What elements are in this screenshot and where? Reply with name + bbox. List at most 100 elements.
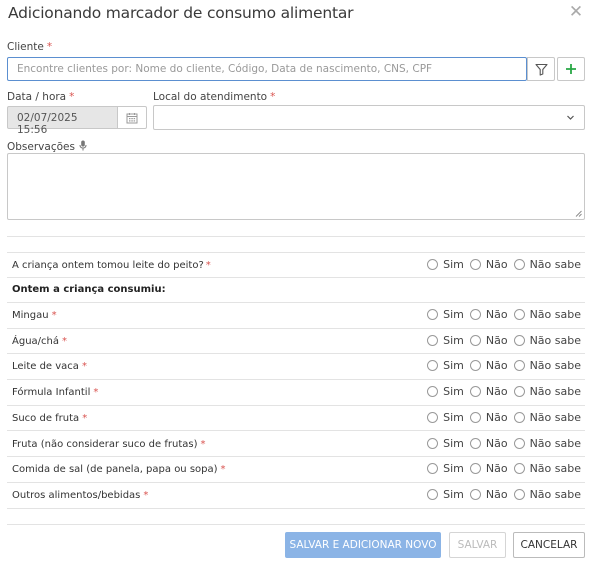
option-no[interactable]: Não bbox=[469, 462, 508, 475]
option-label: Não bbox=[485, 359, 508, 373]
option-dont-know[interactable]: Não sabe bbox=[513, 258, 581, 271]
radio-button[interactable] bbox=[513, 488, 525, 500]
radio-button[interactable] bbox=[469, 411, 481, 423]
question-row: Comida de sal (de panela, papa ou sopa) *… bbox=[7, 457, 585, 483]
option-dont-know[interactable]: Não sabe bbox=[513, 359, 581, 373]
location-select[interactable] bbox=[153, 105, 585, 130]
datetime-label: Data / hora * bbox=[7, 91, 74, 103]
option-no[interactable]: Não bbox=[469, 437, 508, 450]
option-dont-know[interactable]: Não sabe bbox=[513, 488, 581, 501]
option-no[interactable]: Não bbox=[469, 333, 508, 347]
radio-button[interactable] bbox=[427, 463, 439, 475]
radio-button[interactable] bbox=[513, 411, 525, 423]
save-and-add-new-button[interactable]: SALVAR E ADICIONAR NOVO bbox=[285, 532, 441, 558]
option-label: Sim bbox=[443, 462, 464, 476]
option-no[interactable]: Não bbox=[469, 359, 508, 373]
option-label: Não bbox=[485, 333, 508, 347]
option-yes[interactable]: Sim bbox=[427, 308, 464, 321]
client-label: Cliente * bbox=[7, 41, 52, 53]
save-button[interactable]: SALVAR bbox=[449, 532, 506, 558]
required-mark: * bbox=[62, 335, 67, 347]
option-label: Não sabe bbox=[529, 385, 581, 399]
section-heading-row: Ontem a criança consumiu: bbox=[7, 278, 585, 303]
add-client-button[interactable] bbox=[557, 57, 585, 81]
radio-button[interactable] bbox=[469, 488, 481, 500]
radio-button[interactable] bbox=[427, 259, 439, 270]
question-row: Mingau * Sim Não Não sabe bbox=[7, 303, 585, 329]
radio-button[interactable] bbox=[427, 309, 439, 320]
resize-grip-icon[interactable] bbox=[575, 210, 582, 217]
radio-button[interactable] bbox=[427, 411, 439, 423]
question-row: Outros alimentos/bebidas * Sim Não Não sabe bbox=[7, 483, 585, 509]
option-dont-know[interactable]: Não sabe bbox=[513, 308, 581, 321]
radio-button[interactable] bbox=[469, 334, 481, 346]
chevron-down-icon bbox=[567, 115, 574, 120]
radio-button[interactable] bbox=[469, 309, 481, 320]
microphone-icon[interactable] bbox=[79, 140, 87, 151]
answer-options: Sim Não Não sabe bbox=[421, 437, 581, 450]
location-label-text: Local do atendimento bbox=[153, 91, 268, 103]
option-no[interactable]: Não bbox=[469, 258, 508, 271]
radio-button[interactable] bbox=[427, 386, 439, 398]
question-label-text: A criança ontem tomou leite do peito? bbox=[12, 260, 204, 271]
notes-textarea[interactable] bbox=[7, 153, 585, 220]
option-yes[interactable]: Sim bbox=[427, 488, 464, 501]
radio-button[interactable] bbox=[513, 437, 525, 449]
question-row: Fórmula Infantil * Sim Não Não sabe bbox=[7, 380, 585, 406]
question-label: Comida de sal (de panela, papa ou sopa) * bbox=[12, 464, 226, 475]
option-label: Sim bbox=[443, 436, 464, 450]
radio-button[interactable] bbox=[513, 463, 525, 475]
option-no[interactable]: Não bbox=[469, 385, 508, 398]
radio-button[interactable] bbox=[513, 309, 525, 320]
calendar-button[interactable] bbox=[117, 106, 147, 129]
option-label: Não sabe bbox=[529, 258, 581, 271]
option-no[interactable]: Não bbox=[469, 488, 508, 501]
radio-button[interactable] bbox=[469, 259, 481, 270]
option-dont-know[interactable]: Não sabe bbox=[513, 385, 581, 399]
option-yes[interactable]: Sim bbox=[427, 462, 464, 475]
question-label: Outros alimentos/bebidas * bbox=[12, 490, 148, 501]
radio-button[interactable] bbox=[469, 386, 481, 398]
radio-button[interactable] bbox=[427, 437, 439, 449]
option-yes[interactable]: Sim bbox=[427, 334, 464, 347]
option-dont-know[interactable]: Não sabe bbox=[513, 411, 581, 424]
option-yes[interactable]: Sim bbox=[427, 359, 464, 372]
required-mark: * bbox=[46, 41, 53, 53]
divider bbox=[7, 236, 585, 237]
radio-button[interactable] bbox=[513, 360, 525, 372]
option-yes[interactable]: Sim bbox=[427, 258, 464, 271]
option-yes[interactable]: Sim bbox=[427, 411, 464, 424]
client-search-input[interactable]: Encontre clientes por: Nome do cliente, … bbox=[7, 57, 527, 81]
option-yes[interactable]: Sim bbox=[427, 437, 464, 450]
option-dont-know[interactable]: Não sabe bbox=[513, 334, 581, 347]
radio-button[interactable] bbox=[469, 437, 481, 449]
option-label: Não sabe bbox=[529, 359, 581, 373]
question-row: Água/chá * Sim Não Não sabe bbox=[7, 329, 585, 355]
answer-options: Sim Não Não sabe bbox=[421, 308, 581, 321]
option-dont-know[interactable]: Não sabe bbox=[513, 437, 581, 450]
dialog-title: Adicionando marcador de consumo alimenta… bbox=[8, 4, 354, 22]
radio-button[interactable] bbox=[469, 360, 481, 372]
filter-button[interactable] bbox=[527, 57, 555, 81]
option-no[interactable]: Não bbox=[469, 308, 508, 321]
notes-label: Observações bbox=[7, 140, 87, 153]
radio-button[interactable] bbox=[513, 259, 525, 270]
option-label: Sim bbox=[443, 410, 464, 424]
option-no[interactable]: Não bbox=[469, 411, 508, 424]
radio-button[interactable] bbox=[513, 386, 525, 398]
option-dont-know[interactable]: Não sabe bbox=[513, 462, 581, 475]
radio-button[interactable] bbox=[469, 463, 481, 475]
radio-button[interactable] bbox=[427, 334, 439, 346]
client-label-text: Cliente bbox=[7, 41, 44, 53]
radio-button[interactable] bbox=[513, 334, 525, 346]
datetime-label-text: Data / hora bbox=[7, 91, 67, 103]
plus-icon bbox=[566, 64, 576, 74]
datetime-field[interactable]: 02/07/2025 15:56 bbox=[7, 106, 118, 136]
cancel-button[interactable]: CANCELAR bbox=[513, 532, 585, 558]
question-row: Leite de vaca * Sim Não Não sabe bbox=[7, 354, 585, 381]
close-icon[interactable]: ✕ bbox=[568, 3, 584, 21]
option-yes[interactable]: Sim bbox=[427, 385, 464, 398]
option-label: Não sabe bbox=[529, 308, 581, 321]
radio-button[interactable] bbox=[427, 360, 439, 372]
radio-button[interactable] bbox=[427, 488, 439, 500]
